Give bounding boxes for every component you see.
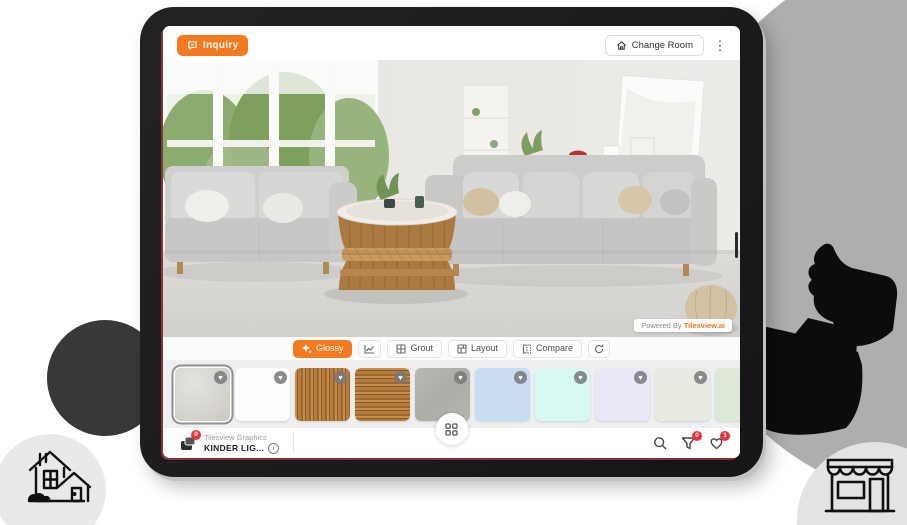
screen-drag-handle[interactable] xyxy=(735,232,738,258)
surface-chart-button[interactable] xyxy=(358,340,381,358)
brand-name: Tilesview Graphics xyxy=(204,433,279,442)
white-tile[interactable]: ♥ xyxy=(235,368,290,421)
powered-by-watermark: Powered By Tilesview.ai xyxy=(634,319,732,332)
layout-label: Layout xyxy=(471,344,498,353)
change-room-button[interactable]: Change Room xyxy=(605,35,704,56)
room-visualizer: Powered By Tilesview.ai xyxy=(163,60,740,337)
grid-icon xyxy=(396,344,406,354)
home-icon xyxy=(616,40,627,51)
app-top-bar: Inquiry Change Room ⋮ xyxy=(163,26,740,60)
lavender-tile[interactable]: ♥ xyxy=(595,368,650,421)
favorite-heart-icon[interactable]: ♥ xyxy=(274,371,287,384)
favorite-heart-icon[interactable]: ♥ xyxy=(694,371,707,384)
inquiry-label: Inquiry xyxy=(203,40,238,51)
favorite-heart-icon[interactable]: ♥ xyxy=(634,371,647,384)
glossy-button[interactable]: Glossy xyxy=(293,340,353,358)
favorite-heart-icon[interactable]: ♥ xyxy=(214,371,227,384)
wishlist-count-badge: 1 xyxy=(720,431,730,441)
chat-bubble-icon xyxy=(187,40,198,51)
refresh-icon xyxy=(594,344,604,354)
apps-grid-icon xyxy=(445,423,458,436)
reset-button[interactable] xyxy=(588,340,610,358)
kebab-menu-icon[interactable]: ⋮ xyxy=(712,39,728,52)
marketing-canvas: Inquiry Change Room ⋮ xyxy=(0,0,907,525)
favorite-heart-icon[interactable]: ♥ xyxy=(574,371,587,384)
tilesview-brand: Tilesview.ai xyxy=(684,321,725,330)
grout-label: Grout xyxy=(410,344,433,353)
app-bottom-bar: 0 Tilesview Graphics KINDER LIG... i xyxy=(163,428,740,458)
favorite-heart-icon[interactable]: ♥ xyxy=(514,371,527,384)
inquiry-button[interactable]: Inquiry xyxy=(177,35,248,56)
filter-button[interactable]: 0 xyxy=(681,436,696,451)
wood-vertical-stripe-tile[interactable]: ♥ xyxy=(295,368,350,421)
wood-horizontal-stripe-tile[interactable]: ♥ xyxy=(355,368,410,421)
favorite-heart-icon[interactable]: ♥ xyxy=(454,371,467,384)
product-name: KINDER LIG... xyxy=(204,443,264,453)
tilesview-app-screen: Inquiry Change Room ⋮ xyxy=(163,26,740,458)
store-icon xyxy=(822,455,898,519)
compare-button[interactable]: Compare xyxy=(513,340,582,358)
house-icon xyxy=(22,443,98,509)
favorite-heart-icon[interactable]: ♥ xyxy=(394,371,407,384)
powered-by-prefix: Powered By xyxy=(641,321,684,330)
green-tile[interactable]: ♥ xyxy=(715,368,740,421)
filter-count-badge: 0 xyxy=(692,431,702,441)
light-blue-tile[interactable]: ♥ xyxy=(475,368,530,421)
catalog-grid-button[interactable] xyxy=(436,413,468,445)
glossy-label: Glossy xyxy=(316,344,344,353)
info-icon[interactable]: i xyxy=(268,443,279,454)
favorite-heart-icon[interactable]: ♥ xyxy=(334,371,347,384)
tablet-frame: Inquiry Change Room ⋮ xyxy=(140,7,763,477)
sparkle-icon xyxy=(302,344,312,354)
room-photo xyxy=(163,60,740,337)
grey-marble-tile[interactable]: ♥ xyxy=(175,368,230,421)
compare-icon xyxy=(522,344,532,354)
layout-icon xyxy=(457,344,467,354)
grey-texture-tile[interactable]: ♥ xyxy=(415,368,470,421)
mint-tile[interactable]: ♥ xyxy=(535,368,590,421)
layout-button[interactable]: Layout xyxy=(448,340,507,358)
product-count-badge: 0 xyxy=(191,430,201,440)
sage-tile[interactable]: ♥ xyxy=(655,368,710,421)
compare-label: Compare xyxy=(536,344,573,353)
chart-icon xyxy=(364,344,375,354)
selected-product-block[interactable]: 0 Tilesview Graphics KINDER LIG... i xyxy=(179,433,279,454)
wishlist-button[interactable]: 1 xyxy=(709,436,724,451)
search-button[interactable] xyxy=(653,436,668,451)
view-toolbar: Glossy Grout Layout xyxy=(163,337,740,360)
grout-button[interactable]: Grout xyxy=(387,340,442,358)
tile-stack-icon: 0 xyxy=(179,434,197,452)
change-room-label: Change Room xyxy=(632,40,693,51)
search-icon xyxy=(653,436,668,451)
divider xyxy=(293,432,294,454)
